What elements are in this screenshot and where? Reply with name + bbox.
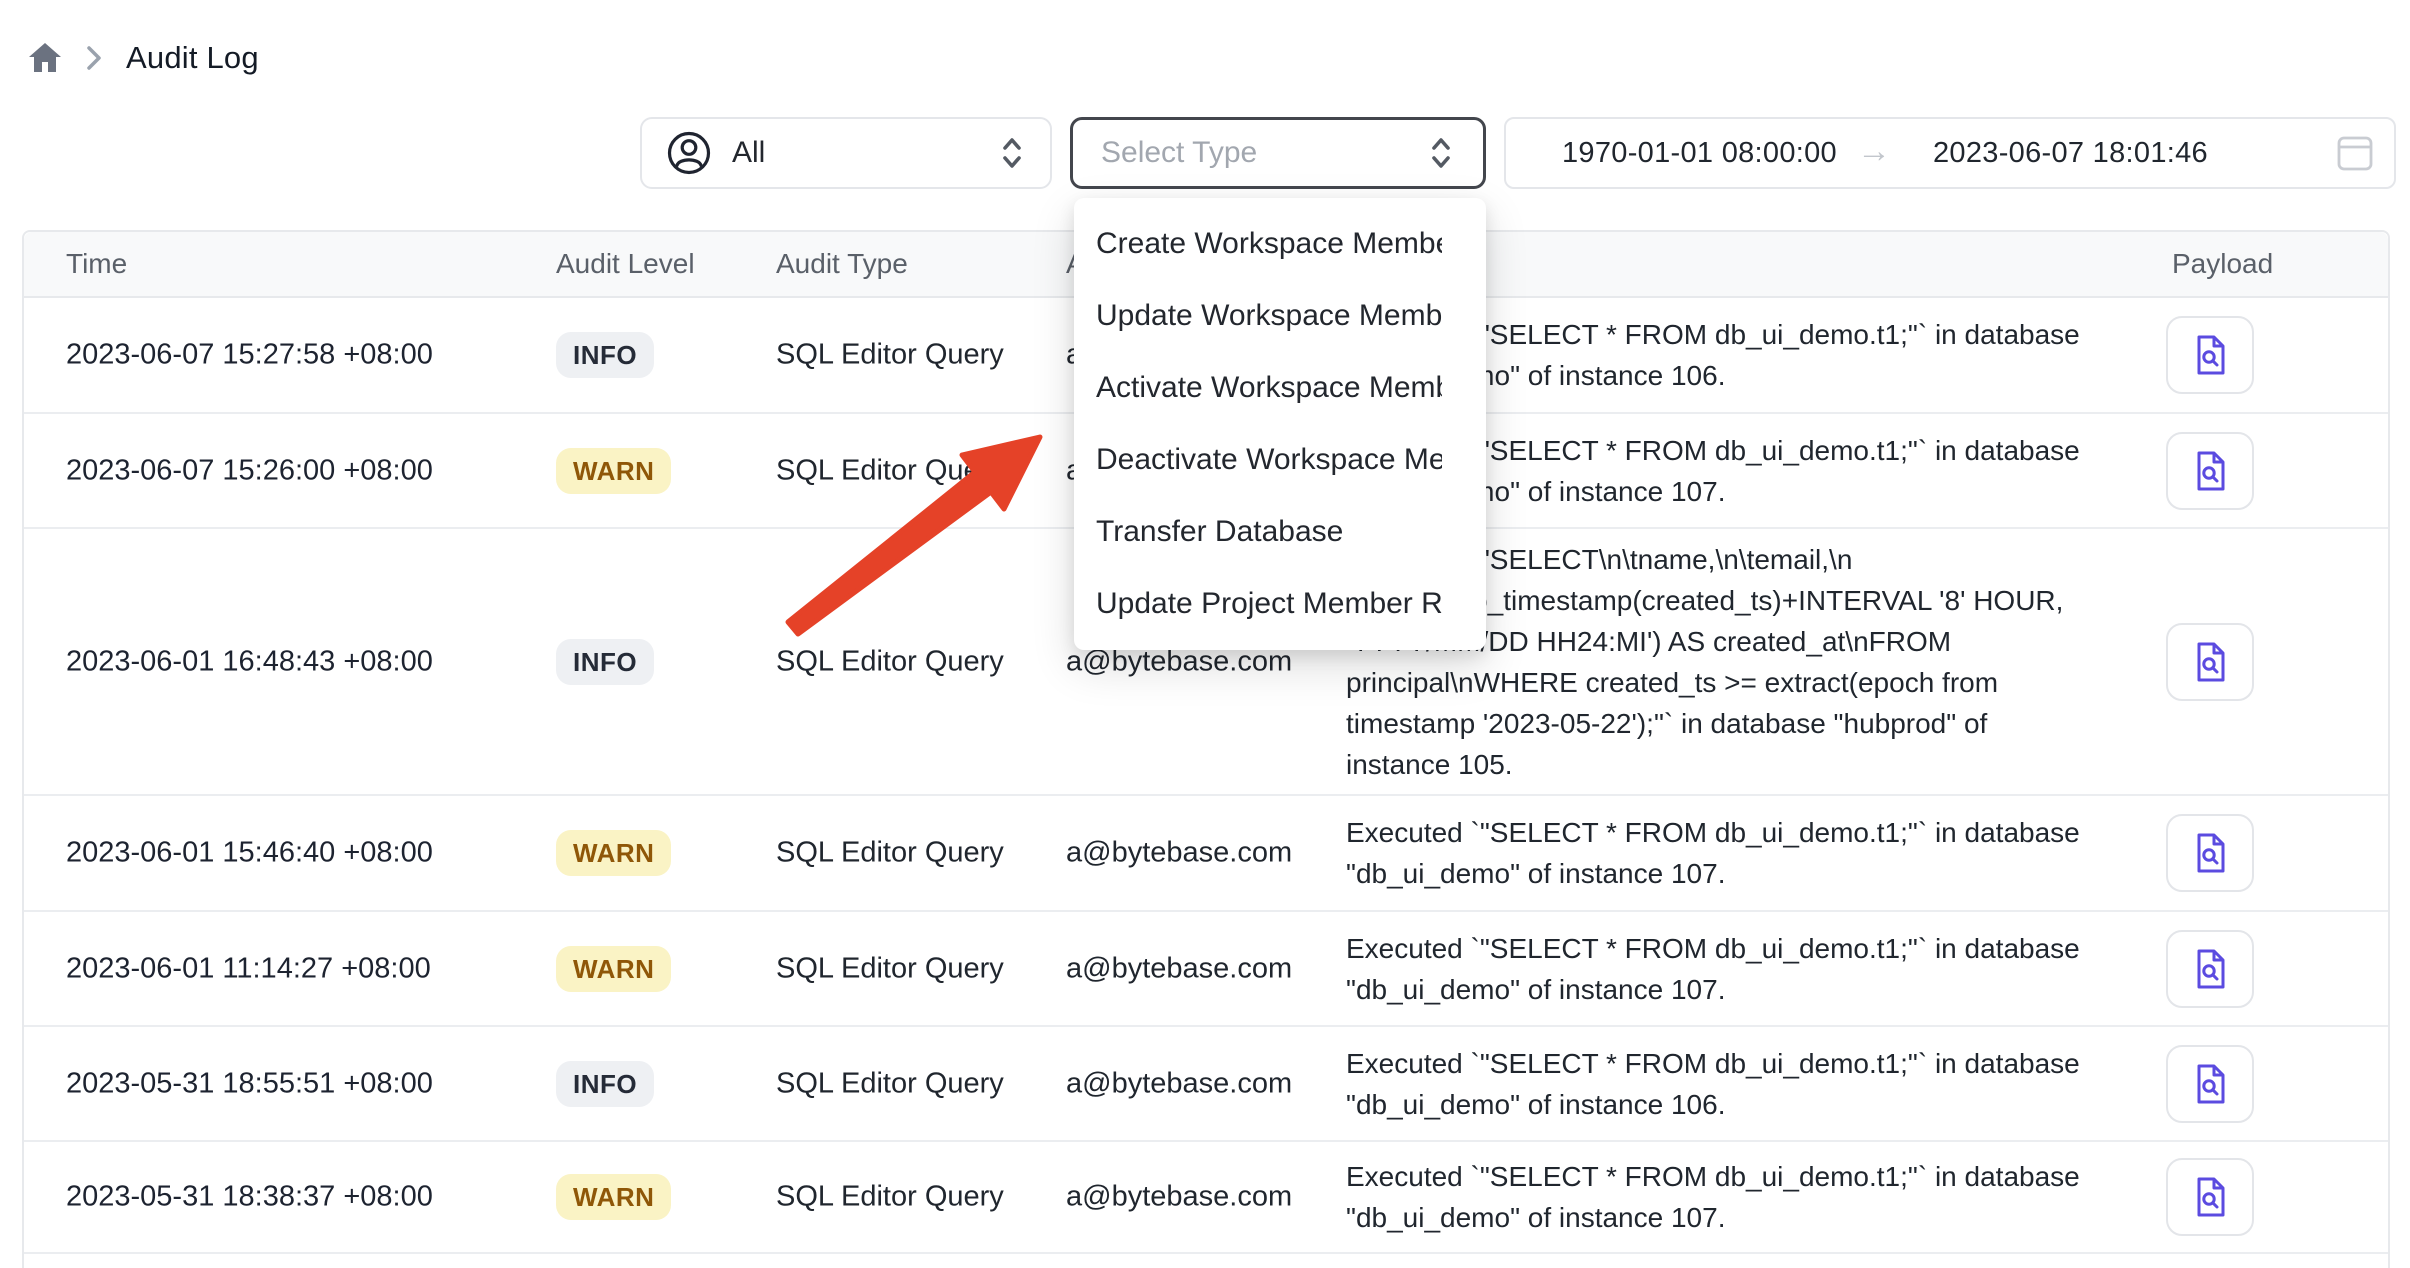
- table-row-partial: [24, 1254, 2388, 1268]
- audit-level-badge: INFO: [556, 332, 654, 378]
- audit-level-badge: INFO: [556, 1061, 654, 1107]
- cell-time: 2023-05-31 18:38:37 +08:00: [66, 1181, 433, 1214]
- audit-level-badge: INFO: [556, 639, 654, 685]
- breadcrumb: Audit Log: [28, 40, 259, 76]
- view-payload-button[interactable]: [2166, 623, 2254, 701]
- cell-comment: Executed `"SELECT * FROM db_ui_demo.t1;"…: [1346, 812, 2080, 894]
- file-search-icon: [2188, 449, 2232, 493]
- date-range-end[interactable]: 2023-06-07 18:01:46: [1933, 137, 2208, 170]
- cell-time: 2023-06-07 15:26:00 +08:00: [66, 454, 433, 487]
- cell-time: 2023-05-31 18:55:51 +08:00: [66, 1067, 433, 1100]
- table-row: 2023-05-31 18:38:37 +08:00 WARN SQL Edit…: [24, 1142, 2388, 1254]
- date-range-arrow-icon: →: [1857, 132, 1891, 171]
- table-row: 2023-06-01 11:14:27 +08:00 WARN SQL Edit…: [24, 912, 2388, 1027]
- cell-audit-type: SQL Editor Query: [776, 454, 1004, 487]
- cell-audit-type: SQL Editor Query: [776, 645, 1004, 678]
- dropdown-option-activate-workspace-member[interactable]: Activate Workspace Member: [1074, 352, 1486, 424]
- audit-level-badge: WARN: [556, 830, 671, 876]
- type-dropdown-menu: Create Workspace Member Update Workspace…: [1074, 198, 1486, 650]
- audit-level-badge: WARN: [556, 946, 671, 992]
- file-search-icon: [2188, 947, 2232, 991]
- col-header-level: Audit Level: [556, 248, 695, 280]
- file-search-icon: [2188, 831, 2232, 875]
- dropdown-option-deactivate-workspace-member[interactable]: Deactivate Workspace Member: [1074, 424, 1486, 496]
- view-payload-button[interactable]: [2166, 930, 2254, 1008]
- audit-log-page: Audit Log All Select Type 1970-01-01 08:…: [0, 0, 2410, 1268]
- actor-filter-value: All: [732, 136, 765, 170]
- dropdown-option-create-workspace-member[interactable]: Create Workspace Member: [1074, 208, 1486, 280]
- dropdown-option-update-project-member[interactable]: Update Project Member Role: [1074, 568, 1486, 640]
- cell-actor: a@bytebase.com: [1066, 952, 1292, 985]
- user-circle-icon: [666, 130, 712, 176]
- cell-audit-type: SQL Editor Query: [776, 339, 1004, 372]
- type-filter-placeholder: Select Type: [1101, 136, 1257, 170]
- view-payload-button[interactable]: [2166, 316, 2254, 394]
- select-arrows-icon: [998, 135, 1026, 171]
- cell-time: 2023-06-01 15:46:40 +08:00: [66, 837, 433, 870]
- page-title: Audit Log: [126, 40, 259, 76]
- calendar-icon: [2336, 133, 2374, 173]
- cell-actor: a@bytebase.com: [1066, 837, 1292, 870]
- dropdown-option-transfer-database[interactable]: Transfer Database: [1074, 496, 1486, 568]
- view-payload-button[interactable]: [2166, 432, 2254, 510]
- cell-actor: a@bytebase.com: [1066, 1181, 1292, 1214]
- cell-comment: Executed `"SELECT * FROM db_ui_demo.t1;"…: [1346, 1156, 2080, 1238]
- col-header-time: Time: [66, 248, 127, 280]
- cell-audit-type: SQL Editor Query: [776, 952, 1004, 985]
- view-payload-button[interactable]: [2166, 1045, 2254, 1123]
- col-header-payload: Payload: [2172, 248, 2273, 280]
- cell-comment: Executed `"SELECT * FROM db_ui_demo.t1;"…: [1346, 1043, 2080, 1125]
- actor-filter-select[interactable]: All: [640, 117, 1052, 189]
- type-filter-select[interactable]: Select Type: [1070, 117, 1486, 189]
- date-range-picker[interactable]: 1970-01-01 08:00:00 → 2023-06-07 18:01:4…: [1504, 117, 2396, 189]
- view-payload-button[interactable]: [2166, 814, 2254, 892]
- cell-audit-type: SQL Editor Query: [776, 1067, 1004, 1100]
- dropdown-option-update-workspace-member[interactable]: Update Workspace Member: [1074, 280, 1486, 352]
- cell-time: 2023-06-01 11:14:27 +08:00: [66, 952, 431, 985]
- col-header-type: Audit Type: [776, 248, 908, 280]
- cell-time: 2023-06-07 15:27:58 +08:00: [66, 339, 433, 372]
- cell-comment: Executed `"SELECT * FROM db_ui_demo.t1;"…: [1346, 928, 2080, 1010]
- table-row: 2023-05-31 18:55:51 +08:00 INFO SQL Edit…: [24, 1027, 2388, 1142]
- file-search-icon: [2188, 640, 2232, 684]
- file-search-icon: [2188, 333, 2232, 377]
- cell-audit-type: SQL Editor Query: [776, 837, 1004, 870]
- table-row: 2023-06-01 15:46:40 +08:00 WARN SQL Edit…: [24, 796, 2388, 912]
- select-arrows-icon: [1427, 135, 1455, 171]
- home-icon[interactable]: [28, 42, 62, 74]
- cell-time: 2023-06-01 16:48:43 +08:00: [66, 645, 433, 678]
- audit-level-badge: WARN: [556, 448, 671, 494]
- view-payload-button[interactable]: [2166, 1158, 2254, 1236]
- file-search-icon: [2188, 1175, 2232, 1219]
- date-range-start[interactable]: 1970-01-01 08:00:00: [1562, 137, 1837, 170]
- breadcrumb-chevron-icon: [86, 44, 102, 72]
- file-search-icon: [2188, 1062, 2232, 1106]
- cell-audit-type: SQL Editor Query: [776, 1181, 1004, 1214]
- audit-level-badge: WARN: [556, 1174, 671, 1220]
- cell-actor: a@bytebase.com: [1066, 1067, 1292, 1100]
